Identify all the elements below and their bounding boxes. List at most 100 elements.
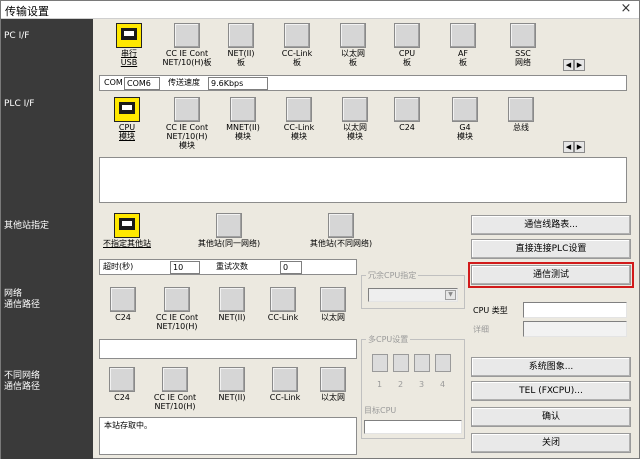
board-icon (340, 23, 366, 48)
slot-number: 3 (419, 380, 425, 389)
system-image-button[interactable]: 系统图象... (471, 357, 631, 377)
timeout-retry-bar: 超时(秒) 10 重试次数 0 (99, 259, 357, 275)
pc-if-ethernet-board[interactable]: 以太网 板 (325, 23, 381, 67)
window-title: 传输设置 (5, 5, 49, 18)
multi-cpu-slot-2[interactable] (393, 354, 409, 372)
pc-if-cpu-board[interactable]: CPU 板 (379, 23, 435, 67)
target-cpu-field[interactable] (364, 420, 462, 434)
device-label: G4 模块 (457, 123, 473, 141)
plc-if-g4-module[interactable]: G4 模块 (437, 97, 493, 141)
pc-if-serial-usb[interactable]: 串行 USB (101, 23, 157, 67)
chevron-left-icon[interactable]: ◀ (563, 141, 574, 153)
chevron-left-icon[interactable]: ◀ (563, 59, 574, 71)
station-icon (114, 213, 140, 238)
device-label: 其他站(不同网络) (309, 239, 373, 248)
module-icon (394, 97, 420, 122)
device-label: NET(II) 板 (227, 49, 255, 67)
route-list-button[interactable]: 通信线路表... (471, 215, 631, 235)
board-icon (450, 23, 476, 48)
other-station-none[interactable]: 不指定其他站 (95, 213, 159, 248)
pc-if-net2-board[interactable]: NET(II) 板 (213, 23, 269, 67)
sidebar-label-plc-if: PLC I/F (4, 99, 35, 109)
device-label: CC IE Cont NET/10(H) 模块 (165, 123, 209, 150)
cpu-module-icon (114, 97, 140, 122)
comm-test-button[interactable]: 通信测试 (468, 262, 634, 288)
slot-number: 4 (440, 380, 446, 389)
device-label: C24 (115, 313, 131, 322)
pc-if-cc-link-board[interactable]: CC-Link 板 (269, 23, 325, 67)
diff-route-net2[interactable]: NET(II) (207, 367, 257, 402)
route-icon (219, 367, 245, 392)
detail-field[interactable] (523, 321, 627, 337)
device-label: CC-Link (267, 313, 299, 322)
sidebar-label-network-route: 网络 通信路径 (4, 289, 41, 310)
plc-if-c24[interactable]: C24 (379, 97, 435, 132)
network-route-c24[interactable]: C24 (97, 287, 149, 322)
com-port-field[interactable]: COM6 (124, 77, 160, 90)
cpu-type-field[interactable] (523, 302, 627, 318)
transfer-setup-window: 传输设置 × PC I/F PLC I/F 其他站指定 网络 通信路径 不同网络… (0, 0, 640, 459)
network-route-cc-link[interactable]: CC-Link (257, 287, 309, 322)
diff-route-cc-link[interactable]: CC-Link (259, 367, 311, 402)
diff-route-c24[interactable]: C24 (97, 367, 147, 402)
pc-if-cc-ie-board[interactable]: CC IE Cont NET/10(H)板 (159, 23, 215, 67)
multi-cpu-group: 多CPU设置 1 2 3 4 目标CPU (361, 334, 465, 439)
route-icon (320, 367, 346, 392)
plc-if-cpu-module[interactable]: CPU 模块 (99, 97, 155, 141)
device-label: 以太网 模块 (343, 123, 367, 141)
device-label: CC IE Cont NET/10(H) (155, 313, 199, 331)
network-route-net2[interactable]: NET(II) (207, 287, 257, 322)
multi-cpu-slot-1[interactable] (372, 354, 388, 372)
redundant-cpu-group: 冗余CPU指定 ▼ (361, 270, 465, 309)
sidebar: PC I/F PLC I/F 其他站指定 网络 通信路径 不同网络 通信路径 (1, 19, 93, 459)
pc-if-af-board[interactable]: AF 板 (435, 23, 491, 67)
module-icon (230, 97, 256, 122)
detail-label: 详细 (473, 325, 489, 334)
plc-if-cc-link-module[interactable]: CC-Link 模块 (271, 97, 327, 141)
route-icon (162, 367, 188, 392)
chevron-down-icon[interactable]: ▼ (445, 290, 456, 300)
route-icon (164, 287, 190, 312)
diff-route-ethernet[interactable]: 以太网 (309, 367, 357, 402)
retry-label: 重试次数 (216, 262, 248, 271)
multi-cpu-slot-4[interactable] (435, 354, 451, 372)
speed-field[interactable]: 9.6Kbps (208, 77, 268, 90)
device-label: NET(II) (218, 313, 246, 322)
other-station-same-network[interactable]: 其他站(同一网络) (187, 213, 271, 248)
module-icon (286, 97, 312, 122)
tel-fxcpu-button[interactable]: TEL (FXCPU)... (471, 381, 631, 401)
retry-field[interactable]: 0 (280, 261, 302, 274)
redundant-cpu-select[interactable]: ▼ (368, 288, 458, 302)
device-label: 不指定其他站 (103, 239, 151, 248)
chevron-right-icon[interactable]: ▶ (574, 59, 585, 71)
pc-if-ssc-network[interactable]: SSC 网络 (495, 23, 551, 67)
com-label: COM (104, 78, 123, 87)
diff-route-cc-ie[interactable]: CC IE Cont NET/10(H) (145, 367, 205, 411)
board-icon (284, 23, 310, 48)
close-icon[interactable]: × (619, 2, 633, 16)
device-label: 以太网 (321, 313, 345, 322)
route-info-panel (99, 339, 357, 359)
plc-if-ethernet-module[interactable]: 以太网 模块 (327, 97, 383, 141)
timeout-label: 超时(秒) (103, 262, 134, 271)
network-route-ethernet[interactable]: 以太网 (309, 287, 357, 322)
device-label: CC IE Cont NET/10(H)板 (162, 49, 212, 67)
module-icon (174, 97, 200, 122)
multi-cpu-slot-3[interactable] (414, 354, 430, 372)
ok-button[interactable]: 确认 (471, 407, 631, 427)
timeout-field[interactable]: 10 (170, 261, 200, 274)
plc-if-cc-ie-module[interactable]: CC IE Cont NET/10(H) 模块 (157, 97, 217, 150)
direct-connect-plc-button[interactable]: 直接连接PLC设置 (471, 239, 631, 259)
chevron-right-icon[interactable]: ▶ (574, 141, 585, 153)
station-icon (216, 213, 242, 238)
device-label: CC-Link 板 (281, 49, 313, 67)
device-label: AF 板 (457, 49, 469, 67)
device-label: 总线 (513, 123, 529, 132)
network-route-cc-ie[interactable]: CC IE Cont NET/10(H) (147, 287, 207, 331)
close-button[interactable]: 关闭 (471, 433, 631, 453)
other-station-diff-network[interactable]: 其他站(不同网络) (299, 213, 383, 248)
device-label: MNET(II) 模块 (226, 123, 260, 141)
plc-if-scroll-arrows: ◀ ▶ (563, 141, 585, 153)
plc-if-mnet2-module[interactable]: MNET(II) 模块 (215, 97, 271, 141)
plc-if-bus[interactable]: 总线 (493, 97, 549, 132)
